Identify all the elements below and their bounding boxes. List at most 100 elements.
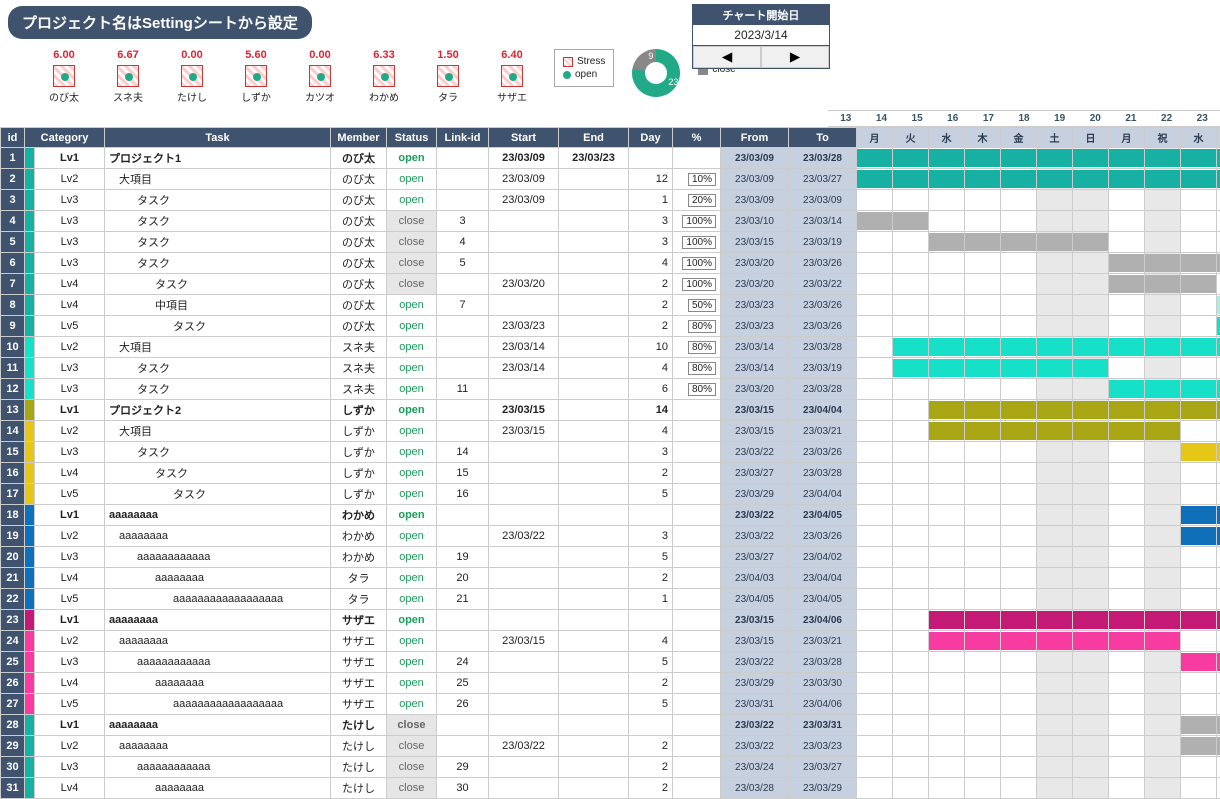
- row-linkid[interactable]: 3: [437, 211, 489, 232]
- row-task[interactable]: タスク: [105, 211, 331, 232]
- gantt-cell[interactable]: [857, 400, 893, 421]
- gantt-bar[interactable]: [1073, 401, 1108, 419]
- gantt-bar[interactable]: [1109, 422, 1144, 440]
- row-linkid[interactable]: [437, 190, 489, 211]
- gantt-cell[interactable]: [1037, 505, 1073, 526]
- gantt-bar[interactable]: [1037, 401, 1072, 419]
- gantt-cell[interactable]: [1181, 505, 1217, 526]
- gantt-cell[interactable]: [1181, 526, 1217, 547]
- row-status[interactable]: open: [387, 505, 437, 526]
- row-status[interactable]: open: [387, 652, 437, 673]
- gantt-cell[interactable]: [1145, 484, 1181, 505]
- row-day[interactable]: 4: [629, 253, 673, 274]
- gantt-cell[interactable]: [893, 169, 929, 190]
- row-task[interactable]: aaaaaaaa: [105, 631, 331, 652]
- gantt-bar[interactable]: [1181, 653, 1216, 671]
- gantt-cell[interactable]: [893, 211, 929, 232]
- row-status[interactable]: open: [387, 484, 437, 505]
- row-status[interactable]: open: [387, 148, 437, 169]
- gantt-bar[interactable]: [1181, 254, 1216, 272]
- row-day[interactable]: 5: [629, 547, 673, 568]
- gantt-cell[interactable]: [1037, 652, 1073, 673]
- gantt-cell[interactable]: [1109, 274, 1145, 295]
- gantt-cell[interactable]: [1217, 379, 1220, 400]
- gantt-bar[interactable]: [965, 233, 1000, 251]
- gantt-cell[interactable]: [965, 463, 1001, 484]
- col-member[interactable]: Member: [331, 128, 387, 148]
- gantt-bar[interactable]: [1001, 422, 1036, 440]
- gantt-cell[interactable]: [1217, 673, 1220, 694]
- gantt-cell[interactable]: [929, 757, 965, 778]
- gantt-cell[interactable]: [893, 568, 929, 589]
- table-row[interactable]: 19 Lv2 aaaaaaaa わかめ open 23/03/22 3 23/0…: [1, 526, 1220, 547]
- gantt-cell[interactable]: [1001, 421, 1037, 442]
- gantt-cell[interactable]: [1037, 631, 1073, 652]
- gantt-cell[interactable]: [893, 253, 929, 274]
- row-pct[interactable]: 80%: [673, 337, 721, 358]
- row-day[interactable]: 1: [629, 190, 673, 211]
- row-day[interactable]: 2: [629, 295, 673, 316]
- row-end[interactable]: [559, 484, 629, 505]
- row-member[interactable]: タラ: [331, 568, 387, 589]
- gantt-cell[interactable]: [929, 442, 965, 463]
- row-pct[interactable]: 20%: [673, 190, 721, 211]
- gantt-cell[interactable]: [1001, 316, 1037, 337]
- gantt-cell[interactable]: [1217, 148, 1220, 169]
- gantt-cell[interactable]: [857, 757, 893, 778]
- gantt-cell[interactable]: [1001, 631, 1037, 652]
- gantt-cell[interactable]: [1217, 232, 1220, 253]
- row-day[interactable]: 3: [629, 211, 673, 232]
- gantt-cell[interactable]: [965, 442, 1001, 463]
- table-row[interactable]: 30 Lv3 aaaaaaaaaaaa たけし close 29 2 23/03…: [1, 757, 1220, 778]
- gantt-cell[interactable]: [1037, 757, 1073, 778]
- row-task[interactable]: aaaaaaaa: [105, 736, 331, 757]
- row-linkid[interactable]: [437, 421, 489, 442]
- gantt-cell[interactable]: [1109, 358, 1145, 379]
- gantt-cell[interactable]: [1145, 379, 1181, 400]
- gantt-bar[interactable]: [929, 359, 964, 377]
- gantt-cell[interactable]: [1073, 673, 1109, 694]
- gantt-cell[interactable]: [857, 589, 893, 610]
- table-row[interactable]: 2 Lv2 大項目 のび太 open 23/03/09 12 10% 23/03…: [1, 169, 1220, 190]
- row-end[interactable]: [559, 736, 629, 757]
- row-start[interactable]: 23/03/20: [489, 274, 559, 295]
- row-start[interactable]: 23/03/22: [489, 736, 559, 757]
- gantt-cell[interactable]: [1145, 673, 1181, 694]
- gantt-cell[interactable]: [857, 505, 893, 526]
- row-status[interactable]: open: [387, 316, 437, 337]
- table-row[interactable]: 21 Lv4 aaaaaaaa タラ open 20 2 23/04/03 23…: [1, 568, 1220, 589]
- row-start[interactable]: 23/03/23: [489, 316, 559, 337]
- table-row[interactable]: 14 Lv2 大項目 しずか open 23/03/15 4 23/03/15 …: [1, 421, 1220, 442]
- row-task[interactable]: aaaaaaaaaaaa: [105, 757, 331, 778]
- gantt-cell[interactable]: [893, 232, 929, 253]
- row-end[interactable]: [559, 295, 629, 316]
- gantt-bar[interactable]: [1181, 380, 1216, 398]
- table-row[interactable]: 9 Lv5 タスク のび太 open 23/03/23 2 80% 23/03/…: [1, 316, 1220, 337]
- row-start[interactable]: 23/03/22: [489, 526, 559, 547]
- gantt-cell[interactable]: [857, 316, 893, 337]
- gantt-cell[interactable]: [1073, 736, 1109, 757]
- gantt-cell[interactable]: [1073, 778, 1109, 799]
- gantt-cell[interactable]: [1181, 757, 1217, 778]
- gantt-cell[interactable]: [1145, 274, 1181, 295]
- gantt-cell[interactable]: [1181, 211, 1217, 232]
- gantt-cell[interactable]: [893, 358, 929, 379]
- gantt-cell[interactable]: [1217, 526, 1220, 547]
- row-end[interactable]: [559, 505, 629, 526]
- gantt-cell[interactable]: [1217, 274, 1220, 295]
- gantt-bar[interactable]: [965, 632, 1000, 650]
- table-row[interactable]: 31 Lv4 aaaaaaaa たけし close 30 2 23/03/28 …: [1, 778, 1220, 799]
- table-row[interactable]: 15 Lv3 タスク しずか open 14 3 23/03/22 23/03/…: [1, 442, 1220, 463]
- row-pct[interactable]: [673, 715, 721, 736]
- gantt-cell[interactable]: [965, 190, 1001, 211]
- row-task[interactable]: aaaaaaaa: [105, 568, 331, 589]
- gantt-cell[interactable]: [1001, 190, 1037, 211]
- gantt-bar[interactable]: [1037, 233, 1072, 251]
- gantt-bar[interactable]: [857, 170, 892, 188]
- chart-prev-button[interactable]: ◀: [693, 46, 761, 68]
- row-day[interactable]: 2: [629, 568, 673, 589]
- gantt-cell[interactable]: [929, 400, 965, 421]
- gantt-cell[interactable]: [1001, 169, 1037, 190]
- gantt-bar[interactable]: [1037, 632, 1072, 650]
- gantt-cell[interactable]: [1217, 190, 1220, 211]
